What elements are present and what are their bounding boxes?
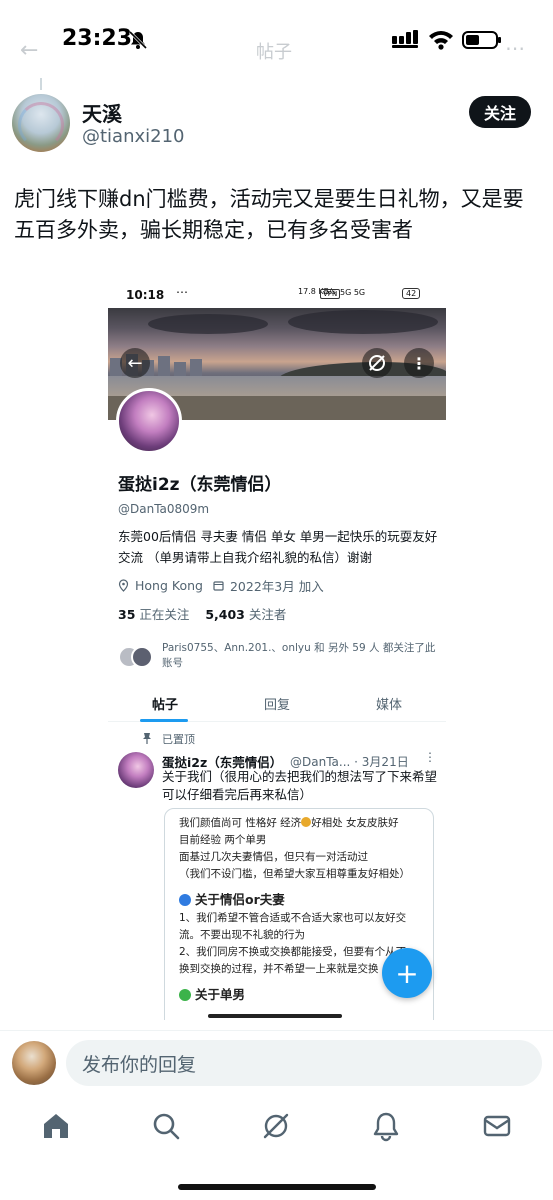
bell-slash-icon <box>128 30 148 50</box>
signal-icon <box>392 30 418 48</box>
home-icon[interactable] <box>40 1110 72 1142</box>
embedded-profile-handle: @DanTa0809m <box>118 502 210 516</box>
tab-posts[interactable]: 帖子 <box>152 694 178 713</box>
follow-button[interactable]: 关注 <box>469 96 531 128</box>
card-p1: 1、我们希望不管合适或不合适大家也可以友好交 <box>179 912 407 924</box>
tab-underline <box>140 719 188 722</box>
embedded-screenshot[interactable]: 10:18 ⋯ 17.8 KB/s VPN 5G 5G 42 ← ⋮ 蛋挞i2z… <box>108 280 446 1020</box>
embedded-signal: 5G 5G <box>340 288 366 297</box>
reply-input[interactable]: 发布你的回复 <box>66 1040 542 1086</box>
followers-count: 5,403 <box>205 607 245 622</box>
embedded-joined: 2022年3月 加入 <box>229 579 324 594</box>
card-line1b: 好相处 女友皮肤好 <box>311 817 399 829</box>
card-p2: 流。不要出现不礼貌的行为 <box>179 929 305 941</box>
post-more-icon[interactable]: ⋮ <box>424 750 436 764</box>
bell-icon[interactable] <box>370 1110 402 1142</box>
embedded-tabs: 帖子 回复 媒体 <box>108 684 446 722</box>
mail-icon[interactable] <box>481 1110 513 1142</box>
reply-divider <box>0 1030 553 1031</box>
card-line2: 目前经验 两个单男 <box>179 834 267 846</box>
home-indicator <box>178 1184 376 1190</box>
embedded-status-bar: 10:18 ⋯ 17.8 KB/s VPN 5G 5G 42 <box>108 280 446 308</box>
mutual-followers-text[interactable]: Paris0755、Ann.201.、onlyu 和 另外 59 人 都关注了此… <box>162 641 442 671</box>
mutual-avatars <box>118 646 154 668</box>
search-icon[interactable] <box>150 1110 182 1142</box>
compose-fab[interactable]: + <box>382 948 432 998</box>
card-p3: 2、我们同房不换或交换都能接受，但要有个从不 <box>179 946 407 958</box>
battery-icon <box>462 31 501 49</box>
embedded-profile-avatar[interactable] <box>116 388 182 454</box>
more-icon[interactable]: ⋯ <box>505 36 526 60</box>
embedded-profile-meta: Hong Kong 2022年3月 加入 <box>118 576 324 595</box>
author-avatar[interactable] <box>12 94 70 152</box>
pin-icon <box>143 733 151 744</box>
embedded-back-arrow-icon[interactable]: ← <box>120 348 150 378</box>
embedded-profile-name: 蛋挞i2z（东莞情侣） <box>118 475 282 495</box>
embedded-battery: 42 <box>402 288 421 299</box>
location-pin-icon <box>118 579 129 592</box>
card-heading2: 关于单男 <box>195 987 246 1002</box>
grok-icon[interactable] <box>260 1110 292 1142</box>
card-line3: 面基过几次夫妻情侣，但只有一对活动过 <box>179 851 368 863</box>
followers-label: 关注者 <box>248 607 287 622</box>
calendar-icon <box>213 581 224 591</box>
bottom-nav <box>0 1100 553 1160</box>
wifi-icon <box>429 31 453 50</box>
card-heading1: 关于情侣or夫妻 <box>195 892 285 907</box>
status-bar: ← 帖子 ⋯ 23:23 <box>0 0 553 80</box>
following-label: 正在关注 <box>139 607 190 622</box>
status-time: 23:23 <box>62 26 133 51</box>
post-time: · 3月21日 <box>354 755 409 769</box>
tweet-text: 虎门线下赚dn门槛费，活动完又是要生日礼物，又是要五百多外卖，骗长期稳定，已有多… <box>14 187 524 242</box>
header-title: 帖子 <box>256 42 292 63</box>
author-display-name[interactable]: 天溪 <box>82 98 122 127</box>
back-arrow-icon[interactable]: ← <box>20 38 38 63</box>
post-handle: @DanTa... <box>290 755 351 769</box>
embedded-profile-bio: 东莞00后情侣 寻夫妻 情侣 单女 单男一起快乐的玩耍友好交流 （单男请带上自我… <box>118 529 438 565</box>
tab-media[interactable]: 媒体 <box>376 694 402 713</box>
embedded-time: 10:18 <box>126 288 165 302</box>
post-avatar[interactable] <box>118 752 154 788</box>
card-line1a: 我们颜值尚可 性格好 经济 <box>179 817 302 829</box>
author-handle[interactable]: @tianxi210 <box>82 126 185 147</box>
embedded-more-icon[interactable]: ⋮ <box>404 348 434 378</box>
card-line4: （我们不设门槛，但希望大家互相尊重友好相处） <box>179 868 410 880</box>
embedded-vpn-badge: VPN <box>320 289 341 299</box>
blue-circle-icon <box>179 893 191 906</box>
embedded-grok-icon[interactable] <box>362 348 392 378</box>
embedded-dots: ⋯ <box>176 285 188 299</box>
pinned-label: 已置顶 <box>162 733 195 746</box>
embedded-follow-stats[interactable]: 35 正在关注 5,403 关注者 <box>118 604 286 623</box>
green-circle-icon <box>179 988 191 1001</box>
tab-replies[interactable]: 回复 <box>264 694 290 713</box>
coin-emoji-icon <box>301 817 312 827</box>
post-text: 关于我们（很用心的去把我们的想法写了下来希望可以仔细看完后再来私信） <box>162 769 438 802</box>
thread-line <box>40 78 42 90</box>
embedded-location: Hong Kong <box>135 578 203 593</box>
embedded-home-indicator <box>208 1014 342 1018</box>
following-count: 35 <box>118 607 136 622</box>
my-avatar[interactable] <box>12 1041 56 1085</box>
